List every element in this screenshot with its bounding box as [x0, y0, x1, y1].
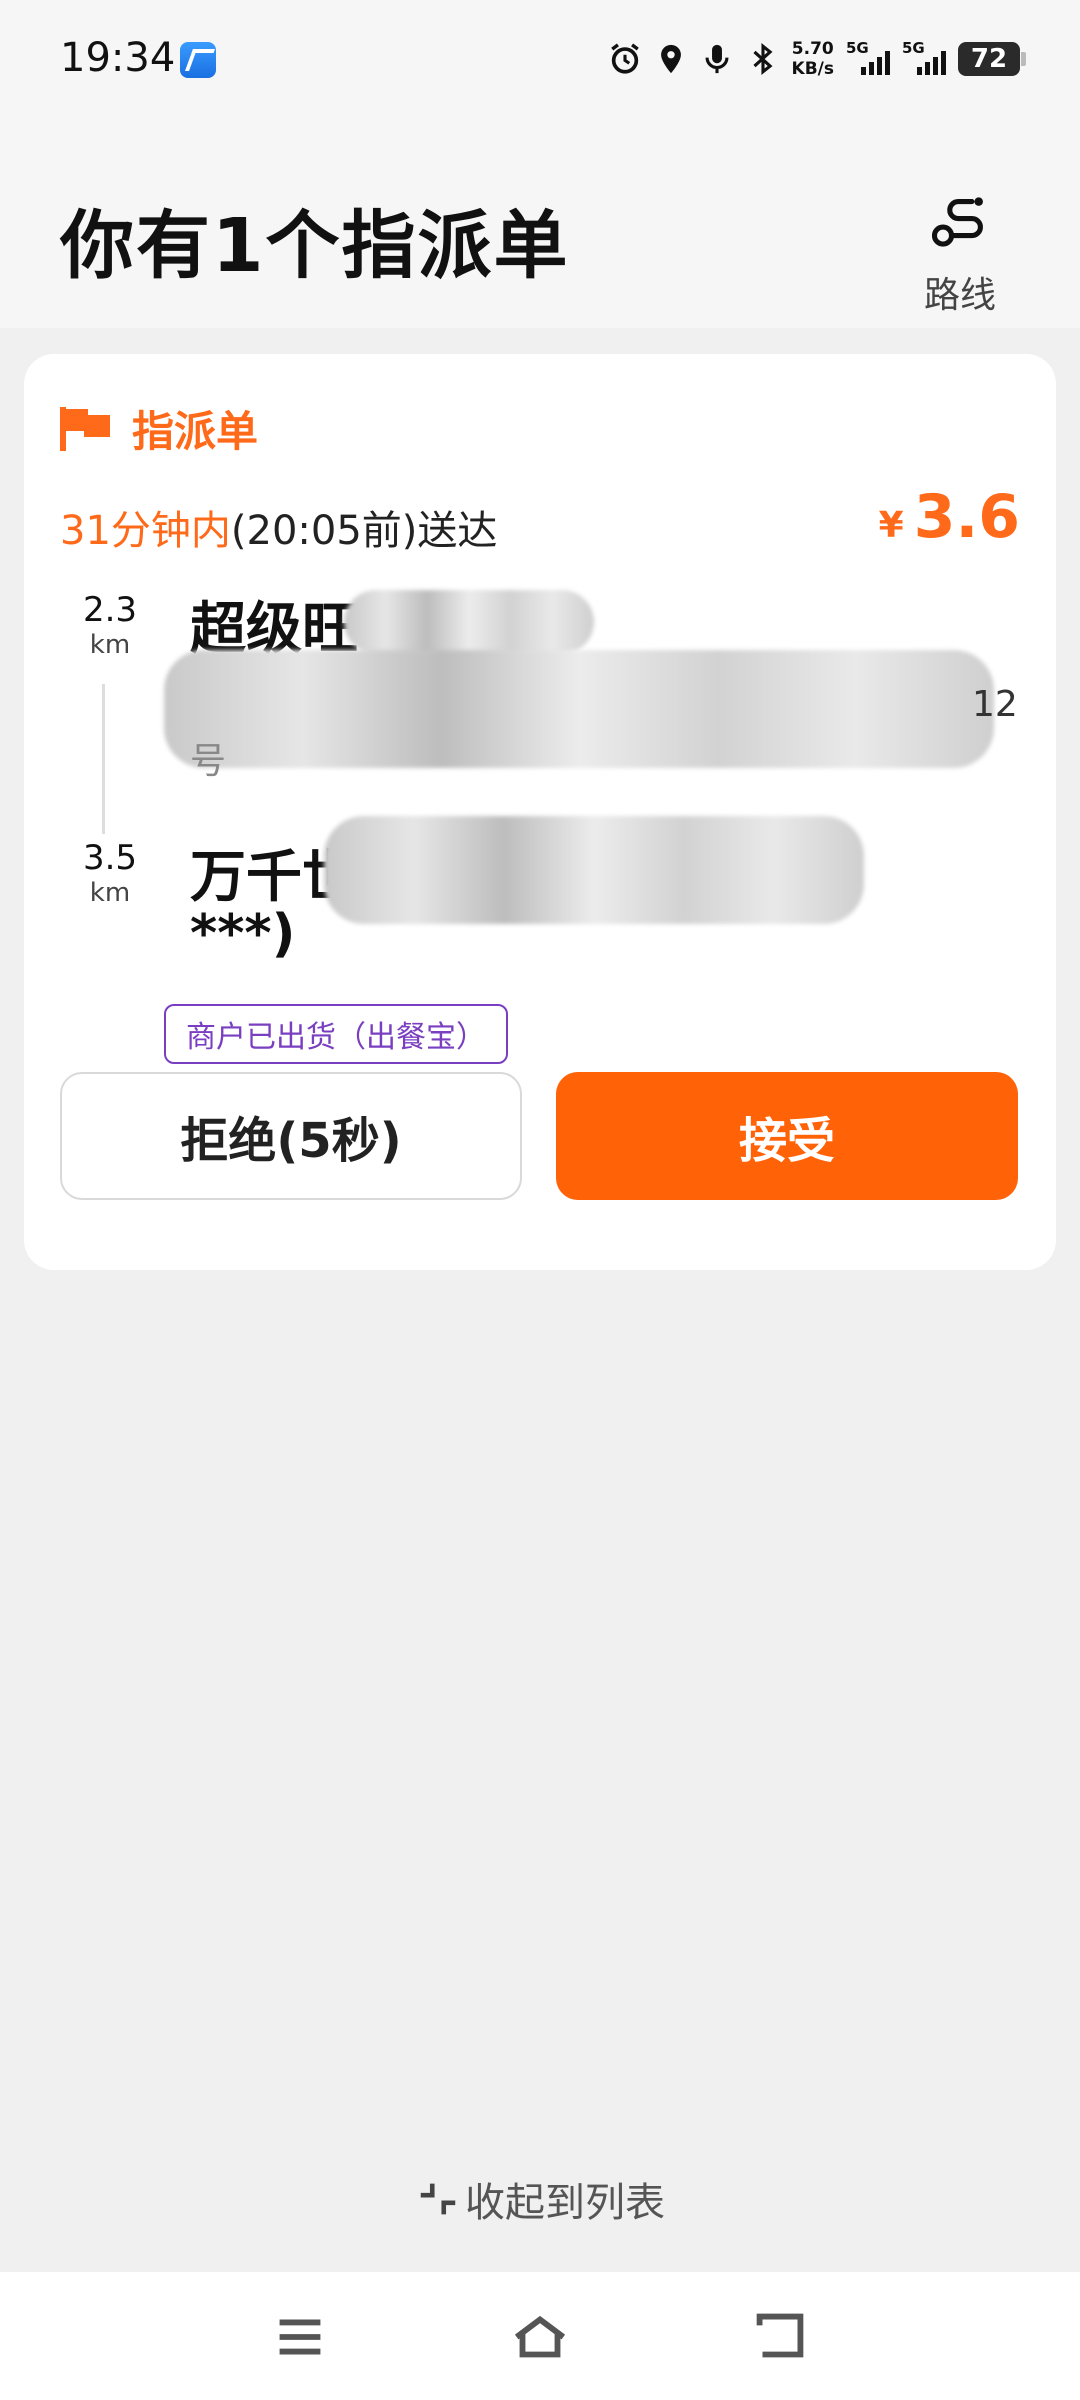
pickup-distance-unit: km	[89, 630, 131, 660]
status-icons: 5.70 KB/s 5G 5G 72	[608, 34, 1026, 84]
currency-symbol: ¥	[878, 505, 904, 546]
back-nav-button[interactable]	[745, 2302, 815, 2372]
reject-button[interactable]: 拒绝(5秒)	[60, 1072, 522, 1200]
home-nav-button[interactable]	[505, 2302, 575, 2372]
alarm-icon	[608, 42, 642, 76]
dropoff-distance-unit: km	[89, 878, 131, 908]
network-speed: 5.70 KB/s	[792, 39, 834, 79]
signal-sim2-icon: 5G	[902, 39, 946, 77]
network-speed-value: 5.70	[791, 39, 834, 59]
home-icon	[514, 2315, 566, 2358]
collapse-to-list-button[interactable]: 收起到列表	[0, 2170, 1080, 2228]
route-icon	[931, 197, 983, 247]
pickup-address-line2: 号	[190, 741, 227, 782]
dropoff-name-line2: ***)	[190, 904, 296, 964]
accept-button[interactable]: 接受	[556, 1072, 1018, 1200]
status-time: 19:34	[60, 35, 176, 81]
battery-icon: 72	[958, 42, 1026, 76]
flag-icon	[60, 406, 110, 451]
deadline-rest: (20:05前)送达	[230, 508, 498, 554]
app-notification-icon	[180, 42, 216, 78]
page-header: 你有1个指派单 路线	[0, 118, 1080, 328]
merchant-status-badge: 商户已出货（出餐宝）	[164, 1004, 508, 1064]
bluetooth-icon	[746, 42, 780, 76]
pickup-distance-value: 2.3	[82, 590, 138, 630]
order-type-tag: 指派单	[60, 398, 258, 459]
back-icon	[756, 2313, 804, 2358]
pickup-name-redacted	[344, 590, 594, 654]
microphone-icon	[700, 42, 734, 76]
system-nav-bar	[0, 2272, 1080, 2400]
order-card: 指派单 31分钟内(20:05前)送达 ¥ 3.6 2.3 km 超级旺 12 …	[24, 354, 1056, 1270]
deadline-highlight: 31分钟内	[60, 508, 231, 554]
route-connector	[102, 684, 105, 834]
network-speed-unit: KB/s	[791, 59, 834, 79]
menu-icon	[279, 2319, 321, 2355]
status-bar: 19:34 5.70 KB/s 5G 5G 72	[0, 0, 1080, 118]
price-amount: 3.6	[913, 482, 1020, 552]
collapse-icon	[420, 2183, 456, 2215]
dropoff-name-redacted	[324, 816, 864, 924]
collapse-label: 收起到列表	[465, 2180, 665, 2226]
pickup-address-redacted	[164, 650, 994, 768]
order-type-label: 指派单	[132, 407, 259, 456]
dropoff-distance: 3.5 km	[70, 838, 150, 908]
route-label: 路线	[923, 275, 996, 316]
dropoff-distance-value: 3.5	[82, 838, 138, 878]
page-title: 你有1个指派单	[60, 203, 570, 289]
pickup-address-tail: 12	[972, 684, 1018, 725]
delivery-deadline: 31分钟内(20:05前)送达	[60, 498, 497, 556]
location-icon	[654, 42, 688, 76]
route-button[interactable]: 路线	[910, 188, 1010, 318]
signal-sim1-icon: 5G	[846, 39, 890, 77]
order-price: ¥ 3.6	[879, 482, 1020, 552]
pickup-distance: 2.3 km	[70, 590, 150, 660]
menu-nav-button[interactable]	[265, 2302, 335, 2372]
